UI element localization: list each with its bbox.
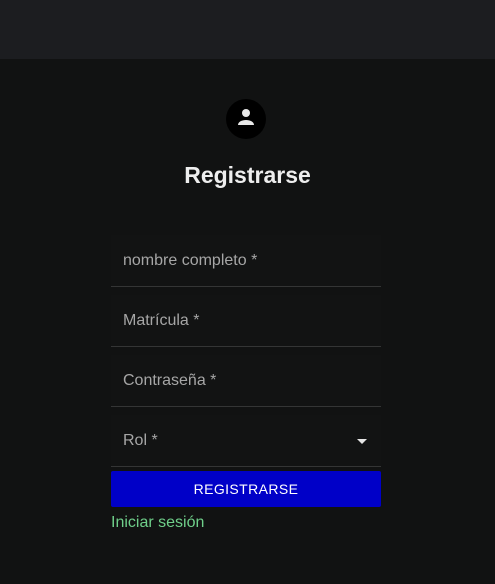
matricula-input[interactable] [111,295,381,346]
top-app-bar [0,0,495,59]
person-icon [234,105,258,134]
password-input[interactable] [111,355,381,406]
fullname-field[interactable] [111,235,381,287]
page-title: Registrarse [184,162,311,188]
fullname-input[interactable] [111,235,381,286]
register-button[interactable]: REGISTRARSE [111,471,381,507]
caret-down-icon[interactable] [357,439,367,444]
role-select-label: Rol * [123,431,158,449]
avatar [226,99,266,139]
matricula-field[interactable] [111,295,381,347]
login-link[interactable]: Iniciar sesión [111,514,204,532]
role-select[interactable]: Rol * [111,415,381,467]
password-field[interactable] [111,355,381,407]
